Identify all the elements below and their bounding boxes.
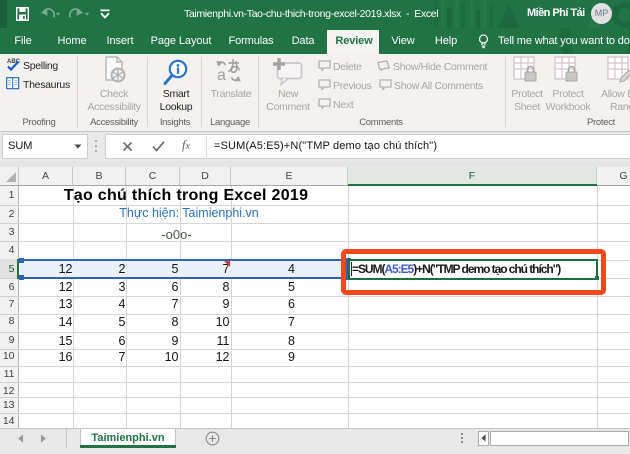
svg-text:a: a — [217, 67, 226, 84]
